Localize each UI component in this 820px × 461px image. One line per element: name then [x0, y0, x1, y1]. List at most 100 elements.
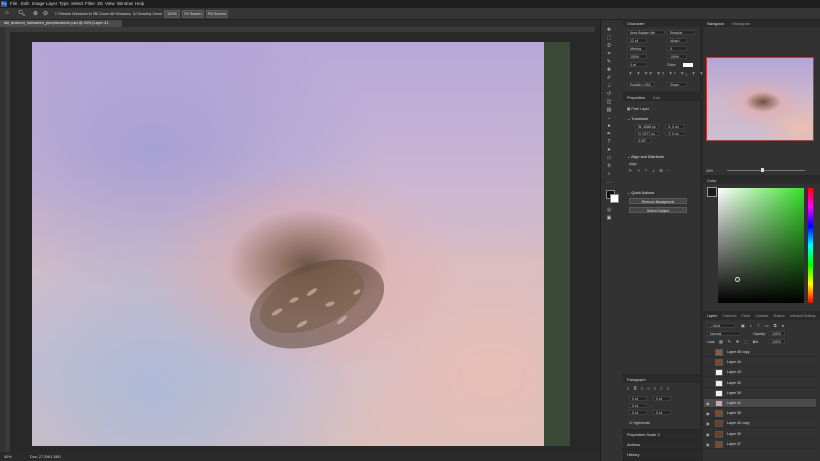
- text-style-buttons[interactable]: T T TT Tт T¹ T₁ T T: [629, 71, 705, 77]
- eraser-icon[interactable]: ◫: [606, 100, 612, 105]
- gradient-icon[interactable]: ▤: [606, 108, 612, 113]
- hand-icon[interactable]: ✋︎: [606, 164, 612, 169]
- type-icon[interactable]: T: [606, 140, 612, 145]
- zoom-icon[interactable]: ⌕: [606, 172, 612, 177]
- tab-layers[interactable]: Layers: [707, 313, 717, 320]
- menu-window[interactable]: Window: [117, 1, 133, 6]
- home-icon[interactable]: ⌂: [5, 10, 9, 16]
- menu-select[interactable]: Select: [71, 1, 84, 6]
- zoom-100-button[interactable]: 100%: [164, 10, 180, 18]
- scale-v-field[interactable]: 100%: [627, 54, 647, 59]
- background-color[interactable]: [610, 194, 619, 203]
- visibility-eye-icon[interactable]: ◉: [706, 401, 711, 406]
- opacity-field[interactable]: 100%: [769, 331, 785, 336]
- indent-left-field[interactable]: 0 pt: [629, 396, 647, 401]
- tab-libraries[interactable]: Libraries: [755, 313, 768, 320]
- layer-row[interactable]: Layer 42: [704, 379, 816, 388]
- zoom-in-icon[interactable]: ⊕: [33, 10, 38, 17]
- anti-alias-select[interactable]: Sharp: [667, 82, 687, 87]
- hue-slider[interactable]: [808, 188, 813, 303]
- fill-field[interactable]: 100%: [769, 339, 785, 344]
- visibility-eye-icon[interactable]: [706, 350, 711, 355]
- align-buttons[interactable]: ⊢ ⊣ ⊤ ⊥ ⊞ ⋯: [629, 168, 672, 174]
- visibility-eye-icon[interactable]: ◉: [706, 421, 711, 426]
- layer-row[interactable]: Layer 39: [704, 389, 816, 398]
- font-style-select[interactable]: Regular: [667, 30, 695, 35]
- lasso-tool-icon[interactable]: ᘐ: [606, 44, 612, 49]
- visibility-eye-icon[interactable]: [706, 360, 711, 365]
- visibility-eye-icon[interactable]: [706, 370, 711, 375]
- visibility-eye-icon[interactable]: [706, 391, 711, 396]
- lock-icons[interactable]: ▦ ✎ ✥ ⬚ 🔒︎: [719, 339, 757, 345]
- hyphenate-checkbox[interactable]: ☑ Hyphenate: [629, 420, 650, 426]
- layer-row[interactable]: Layer 44: [704, 358, 816, 368]
- menu-3d[interactable]: 3D: [97, 1, 103, 6]
- document-canvas[interactable]: [32, 42, 544, 446]
- screen-mode-icon[interactable]: ▣: [606, 216, 612, 221]
- eyedropper-icon[interactable]: ✎: [606, 60, 612, 65]
- status-zoom[interactable]: 40%: [4, 454, 12, 460]
- path-select-icon[interactable]: ➤: [606, 148, 612, 153]
- heal-tool-icon[interactable]: ✚: [606, 68, 612, 73]
- resize-windows-checkbox[interactable]: ☐ Resize Windows to Fit: [55, 11, 97, 17]
- leading-field[interactable]: (Auto): [667, 38, 687, 43]
- text-color-swatch[interactable]: [683, 63, 693, 67]
- fit-screen-button[interactable]: Fit Screen: [182, 10, 204, 18]
- tab-artboard-settings[interactable]: Artboard Settings: [790, 313, 816, 320]
- navigator-zoom-slider[interactable]: [727, 170, 805, 171]
- width-field[interactable]: W: 4088 px: [635, 124, 659, 129]
- menu-layer[interactable]: Layer: [46, 1, 57, 6]
- brush-tool-icon[interactable]: ✐: [606, 76, 612, 81]
- baseline-field[interactable]: 0 pt: [627, 62, 647, 67]
- document-tab[interactable]: fall_textured_halloween_pumpkinsbrich.ps…: [0, 20, 122, 32]
- quick-mask-icon[interactable]: ◎: [606, 208, 612, 213]
- menu-edit[interactable]: Edit: [21, 1, 29, 6]
- menu-help[interactable]: Help: [135, 1, 144, 6]
- scrubby-zoom-checkbox[interactable]: ☑ Scrubby Zoom: [133, 11, 162, 17]
- tab-paths[interactable]: Paths: [742, 313, 751, 320]
- menu-image[interactable]: Image: [32, 1, 45, 6]
- language-select[interactable]: English: USA: [627, 82, 655, 87]
- visibility-eye-icon[interactable]: ◉: [706, 442, 711, 447]
- paragraph-align-buttons[interactable]: ≡ ≣ ≡ ≡ ≡ ≡ ≡: [627, 386, 671, 392]
- history-brush-icon[interactable]: ↺: [606, 92, 612, 97]
- zoom-all-checkbox[interactable]: ☐ Zoom All Windows: [95, 11, 131, 17]
- font-family-select[interactable]: Ama Badam Me: [627, 30, 665, 35]
- menu-filter[interactable]: Filter: [85, 1, 95, 6]
- visibility-eye-icon[interactable]: ◉: [706, 411, 711, 416]
- visibility-eye-icon[interactable]: [706, 381, 711, 386]
- tab-properties[interactable]: Properties: [627, 94, 645, 101]
- tab-navigator[interactable]: Navigator: [707, 20, 724, 27]
- color-picker-cursor[interactable]: [735, 277, 740, 282]
- layer-filter-select[interactable]: ⌕ Kind: [707, 323, 735, 328]
- zoom-out-icon[interactable]: ⊖: [43, 10, 48, 17]
- x-field[interactable]: X: 0 px: [665, 124, 685, 129]
- indent-first-field[interactable]: 0 pt: [629, 403, 647, 408]
- dodge-icon[interactable]: ●: [606, 124, 612, 129]
- remove-background-button[interactable]: Remove Background: [629, 198, 687, 204]
- font-size-field[interactable]: 12 pt: [627, 38, 647, 43]
- stamp-tool-icon[interactable]: ⊥: [606, 84, 612, 89]
- visibility-eye-icon[interactable]: ◉: [706, 432, 711, 437]
- pen-icon[interactable]: ✒: [606, 132, 612, 137]
- crop-tool-icon[interactable]: ⌗: [606, 52, 612, 57]
- y-field[interactable]: Y: 0 px: [665, 131, 685, 136]
- angle-field[interactable]: 0.00°: [635, 138, 651, 143]
- kerning-field[interactable]: Metrics: [627, 46, 647, 51]
- color-field[interactable]: [718, 188, 804, 303]
- space-before-field[interactable]: 0 pt: [629, 410, 647, 415]
- marquee-tool-icon[interactable]: ⬚: [606, 36, 612, 41]
- tab-shapes[interactable]: Shapes: [773, 313, 785, 320]
- layer-row[interactable]: ◉ Layer 38: [704, 409, 816, 419]
- fill-screen-button[interactable]: Fill Screen: [206, 10, 228, 18]
- indent-right-field[interactable]: 0 pt: [653, 396, 671, 401]
- blend-mode-select[interactable]: Normal: [707, 331, 741, 336]
- navigator-slider-handle[interactable]: [761, 168, 764, 172]
- space-after-field[interactable]: 0 pt: [653, 410, 671, 415]
- layer-row[interactable]: Layer 45 copy: [704, 348, 816, 357]
- layer-row[interactable]: ◉ Layer 40 copy: [704, 419, 816, 429]
- zoom-tool-icon[interactable]: 🔍︎: [18, 10, 26, 17]
- menu-file[interactable]: File: [10, 1, 17, 6]
- tab-channels[interactable]: Channels: [722, 313, 736, 320]
- tracking-field[interactable]: 0: [667, 46, 687, 51]
